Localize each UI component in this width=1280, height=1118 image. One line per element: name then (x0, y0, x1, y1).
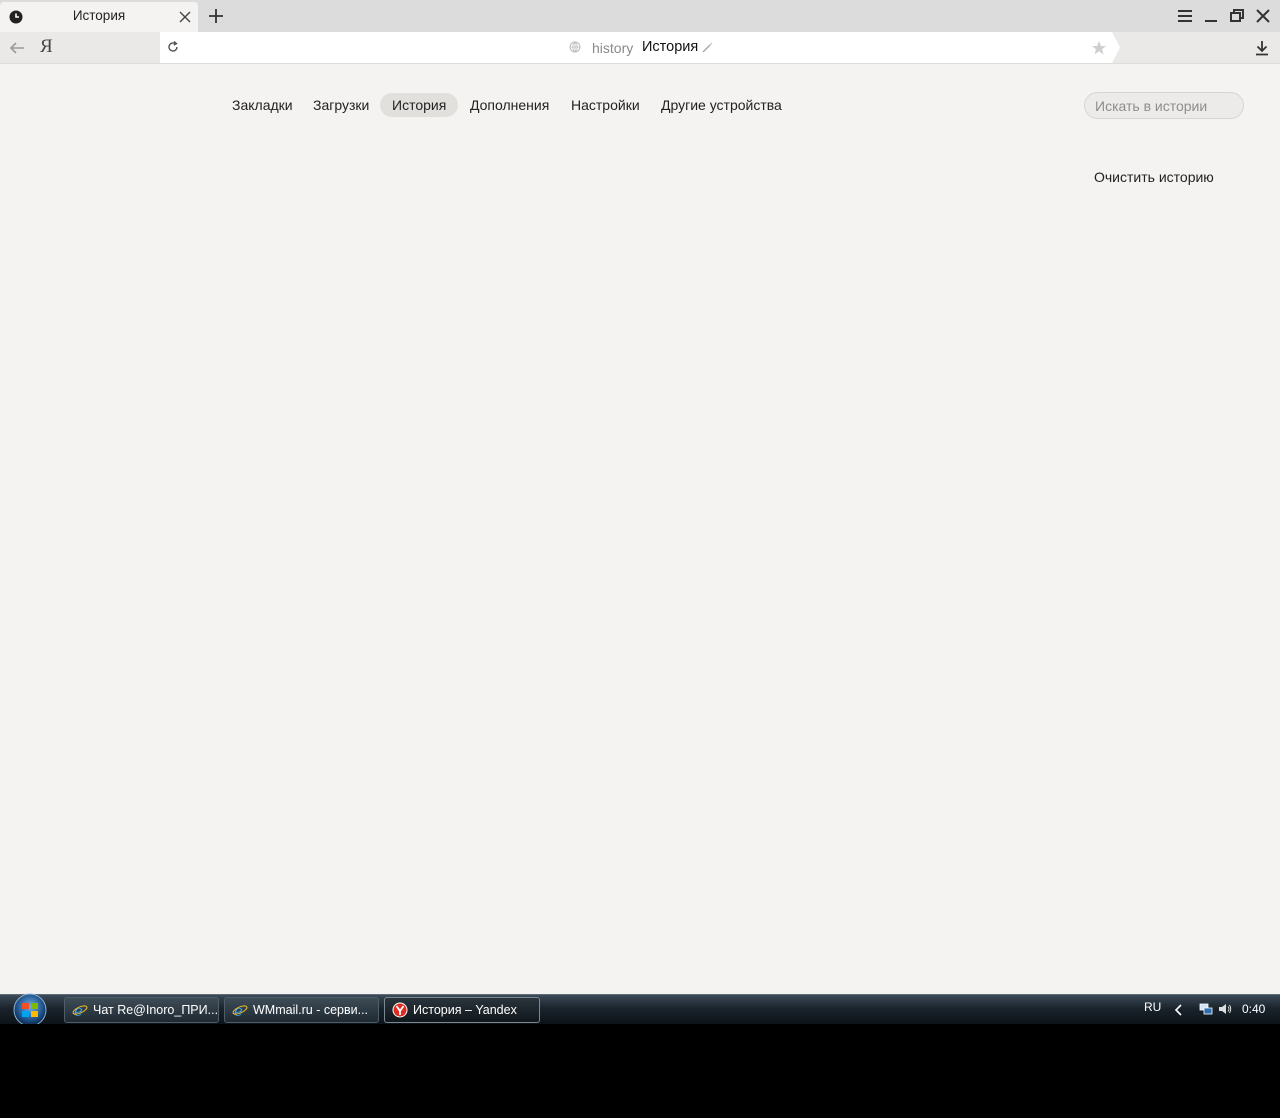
screen-background (0, 1024, 1280, 1118)
taskbar-item-yandex[interactable]: История – Yandex (384, 997, 540, 1023)
download-icon[interactable] (1254, 40, 1270, 56)
show-hidden-icons-chevron-icon[interactable] (1172, 1003, 1186, 1017)
ie-icon: e (232, 1002, 248, 1018)
windows-taskbar: e Чат Re@Inoro_ПРИ... e WMmail.ru - серв… (0, 993, 1280, 1027)
taskbar-item-chat[interactable]: e Чат Re@Inoro_ПРИ... (64, 997, 219, 1023)
restore-icon[interactable] (1228, 7, 1246, 25)
windows-start-icon[interactable] (8, 992, 52, 1028)
close-tab-icon[interactable] (178, 10, 192, 24)
svg-text:e: e (234, 1002, 243, 1018)
clock[interactable]: 0:40 (1242, 1002, 1265, 1016)
taskbar-item-label: WMmail.ru - серви... (253, 1003, 369, 1017)
ie-icon: e (72, 1002, 88, 1018)
nav-bookmarks[interactable]: Закладки (220, 93, 305, 117)
nav-downloads[interactable]: Загрузки (301, 93, 381, 117)
edit-url-icon[interactable] (701, 42, 713, 54)
reload-icon[interactable] (166, 40, 180, 54)
taskbar-item-label: Чат Re@Inoro_ПРИ... (93, 1003, 219, 1017)
clock-icon (9, 10, 23, 24)
browser-tab[interactable]: История (0, 2, 198, 32)
svg-text:e: e (74, 1002, 83, 1018)
yandex-logo-icon[interactable]: Я (40, 36, 53, 58)
menu-icon[interactable] (1176, 7, 1194, 25)
new-tab-icon[interactable] (207, 7, 225, 25)
nav-history[interactable]: История (380, 93, 459, 117)
minimize-icon[interactable] (1202, 7, 1220, 25)
back-arrow-icon[interactable] (8, 39, 26, 57)
history-search-input[interactable] (1084, 92, 1244, 119)
nav-settings[interactable]: Настройки (559, 93, 652, 117)
address-bar[interactable] (160, 32, 1120, 63)
taskbar-item-wmmail[interactable]: e WMmail.ru - серви... (224, 997, 379, 1023)
nav-extensions[interactable]: Дополнения (458, 93, 561, 117)
volume-icon[interactable] (1218, 1002, 1232, 1016)
yandex-icon (392, 1002, 408, 1018)
globe-icon (569, 41, 581, 53)
tab-strip: История (0, 0, 1280, 32)
language-indicator[interactable]: RU (1144, 1000, 1161, 1014)
nav-other-devices[interactable]: Другие устройства (649, 93, 794, 117)
bookmark-star-icon[interactable] (1091, 40, 1107, 56)
close-window-icon[interactable] (1254, 7, 1272, 25)
url-page-title: История (642, 39, 699, 55)
toolbar: Я (0, 32, 1280, 64)
url-scheme: history (592, 40, 634, 56)
clear-history-button[interactable]: Очистить историю (1094, 169, 1214, 185)
taskbar-item-label: История – Yandex (413, 1003, 517, 1017)
network-icon[interactable] (1199, 1002, 1213, 1016)
tab-title: История (72, 8, 126, 23)
history-page: Закладки Загрузки История Дополнения Нас… (0, 64, 1280, 994)
